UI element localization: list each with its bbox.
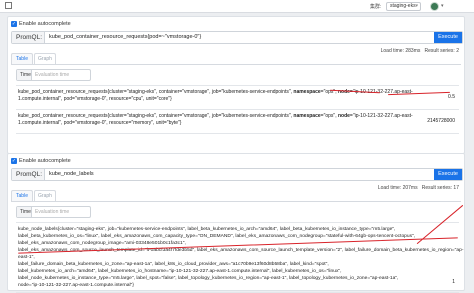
avatar[interactable] (430, 2, 439, 11)
label-line: kube_node_labels{cluster="staging-eks", … (18, 227, 396, 232)
label-line: label_failure_domain_beta_kubernetes_io_… (18, 262, 329, 267)
table-row: kube_pod_container_resource_requests{clu… (16, 86, 459, 110)
table-row: kube_pod_container_resource_requests{clu… (16, 110, 459, 134)
evaluation-time-field: Time Evaluation time (16, 69, 91, 81)
promql-bar: PromQL: kube_node_labels Execute (11, 168, 463, 181)
autocomplete-toggle[interactable]: ✓ Enable autocomplete (11, 158, 71, 164)
label-line: node="ip-10-121-32-227.ap-east-1.compute… (18, 283, 134, 288)
sample-value: 2145728000 (427, 118, 455, 124)
view-tabs: Table Graph (11, 53, 56, 64)
query-stats: Load time: 207ms Result series: 17 (378, 185, 459, 191)
label-value-namespace: ="ops", (320, 113, 338, 119)
promql-label: PromQL: (12, 169, 45, 180)
promql-bar: PromQL: kube_pod_container_resource_requ… (11, 31, 463, 44)
promql-input[interactable]: kube_pod_container_resource_requests{pod… (45, 32, 434, 43)
tab-graph[interactable]: Graph (34, 190, 56, 201)
user-menu-caret[interactable]: ▾ (441, 3, 444, 9)
autocomplete-toggle[interactable]: ✓ Enable autocomplete (11, 21, 71, 27)
result-series: Result series: 17 (421, 185, 459, 191)
metric-labels: kube_node_labels{cluster="staging-eks", … (18, 226, 466, 289)
metric-name: kube_pod_container_resource_requests (18, 89, 108, 95)
checkbox-checked-icon[interactable]: ✓ (11, 158, 17, 164)
time-label: Time (17, 70, 32, 80)
label-line: label_kubernetes_io_arch="amd64", label_… (18, 269, 342, 274)
execute-button[interactable]: Execute (434, 32, 462, 43)
result-series: Result series: 2 (424, 48, 459, 54)
metric-name: kube_pod_container_resource_requests (18, 113, 108, 119)
chevron-down-icon: ▾ (415, 3, 418, 9)
results-table: kube_node_labels{cluster="staging-eks", … (16, 222, 463, 293)
tab-divider (11, 201, 461, 202)
evaluation-time-field: Time Evaluation time (16, 206, 91, 218)
promql-label: PromQL: (12, 32, 45, 43)
label-line: label_node_kubernetes_io_instance_type="… (18, 276, 399, 281)
cluster-select[interactable]: staging-eks ▾ (386, 2, 421, 11)
label-set: {cluster="staging-eks", container="vmsto… (107, 89, 294, 95)
table-row: kube_node_labels{cluster="staging-eks", … (16, 223, 463, 293)
sample-value: 1 (452, 279, 455, 285)
autocomplete-label: Enable autocomplete (19, 21, 71, 27)
tab-graph[interactable]: Graph (34, 53, 56, 64)
top-bar: 集群: staging-eks ▾ ▾ (0, 0, 474, 13)
autocomplete-label: Enable autocomplete (19, 158, 71, 164)
label-key-namespace: namespace (293, 113, 321, 119)
tab-divider (11, 64, 461, 65)
query-panel-2: ✓ Enable autocomplete PromQL: kube_node_l… (7, 153, 465, 293)
load-time: Load time: 283ms (380, 48, 421, 54)
cluster-select-value: staging-eks (390, 3, 416, 9)
results-table: kube_pod_container_resource_requests{clu… (16, 85, 459, 134)
checkbox-checked-icon[interactable]: ✓ (11, 21, 17, 27)
query-panel-1: ✓ Enable autocomplete PromQL: kube_pod_co… (7, 16, 465, 154)
menu-icon[interactable] (5, 2, 12, 9)
metric-labels: kube_pod_container_resource_requests{clu… (18, 113, 433, 127)
execute-button[interactable]: Execute (434, 169, 462, 180)
label-key-node: node (337, 113, 350, 119)
label-set: {cluster="staging-eks", container="vmsto… (107, 113, 294, 119)
tab-table[interactable]: Table (11, 190, 33, 201)
evaluation-time-input[interactable]: Evaluation time (32, 207, 90, 217)
label-key-namespace: namespace (293, 89, 321, 95)
sample-value: 0.5 (448, 94, 455, 100)
query-stats: Load time: 283ms Result series: 2 (381, 48, 459, 54)
time-label: Time (17, 207, 32, 217)
view-tabs: Table Graph (11, 190, 56, 201)
evaluation-time-input[interactable]: Evaluation time (32, 70, 90, 80)
label-line: label_eks_amazonaws_com_source_launch_te… (18, 248, 464, 260)
load-time: Load time: 207ms (377, 185, 418, 191)
tab-table[interactable]: Table (11, 53, 33, 64)
promql-input[interactable]: kube_node_labels (45, 169, 434, 180)
cluster-label: 集群: (370, 4, 382, 10)
